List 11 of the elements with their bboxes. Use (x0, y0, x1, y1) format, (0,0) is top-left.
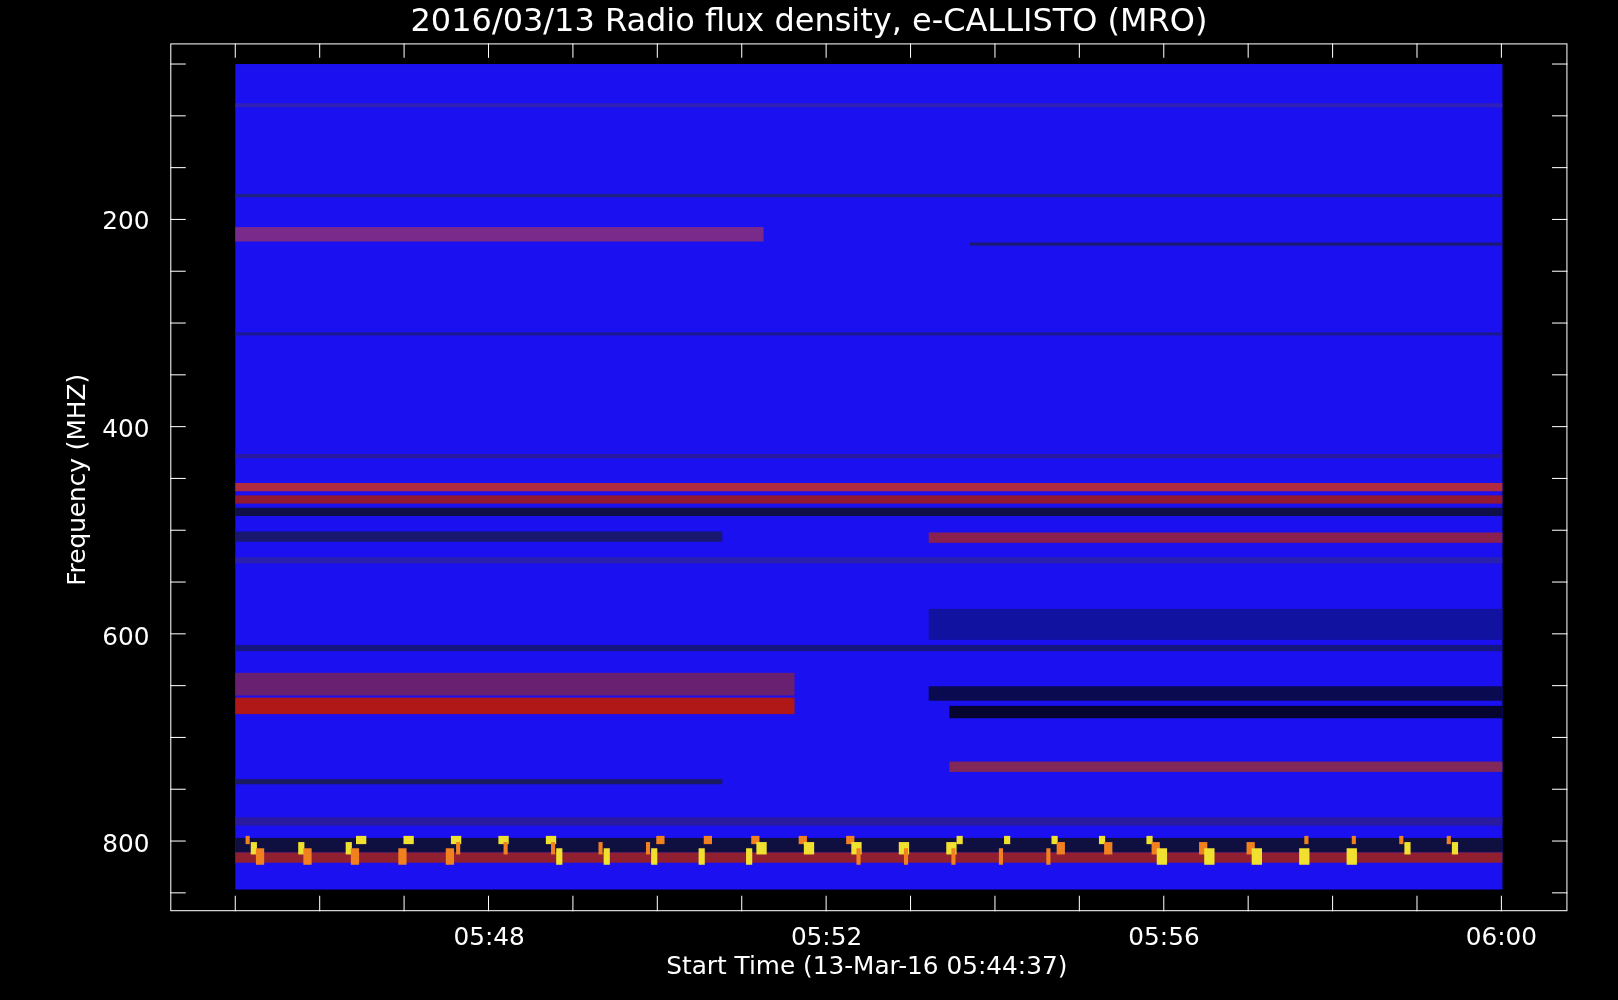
y-tick-label: 400 (102, 413, 150, 443)
y-tick-label: 600 (102, 621, 150, 651)
chart-title: 2016/03/13 Radio flux density, e-CALLISTO (MRO) (410, 1, 1208, 39)
x-tick-label: 05:48 (453, 922, 525, 952)
x-axis-label: Start Time (13-Mar-16 05:44:37) (666, 951, 1068, 981)
x-tick-label: 05:52 (790, 922, 863, 952)
y-tick-label: 800 (102, 829, 150, 859)
x-tick-label: 05:56 (1128, 922, 1200, 952)
y-tick-label: 200 (102, 206, 150, 236)
y-axis-label: Frequency (MHZ) (61, 373, 91, 586)
x-tick-label: 06:00 (1465, 922, 1538, 952)
